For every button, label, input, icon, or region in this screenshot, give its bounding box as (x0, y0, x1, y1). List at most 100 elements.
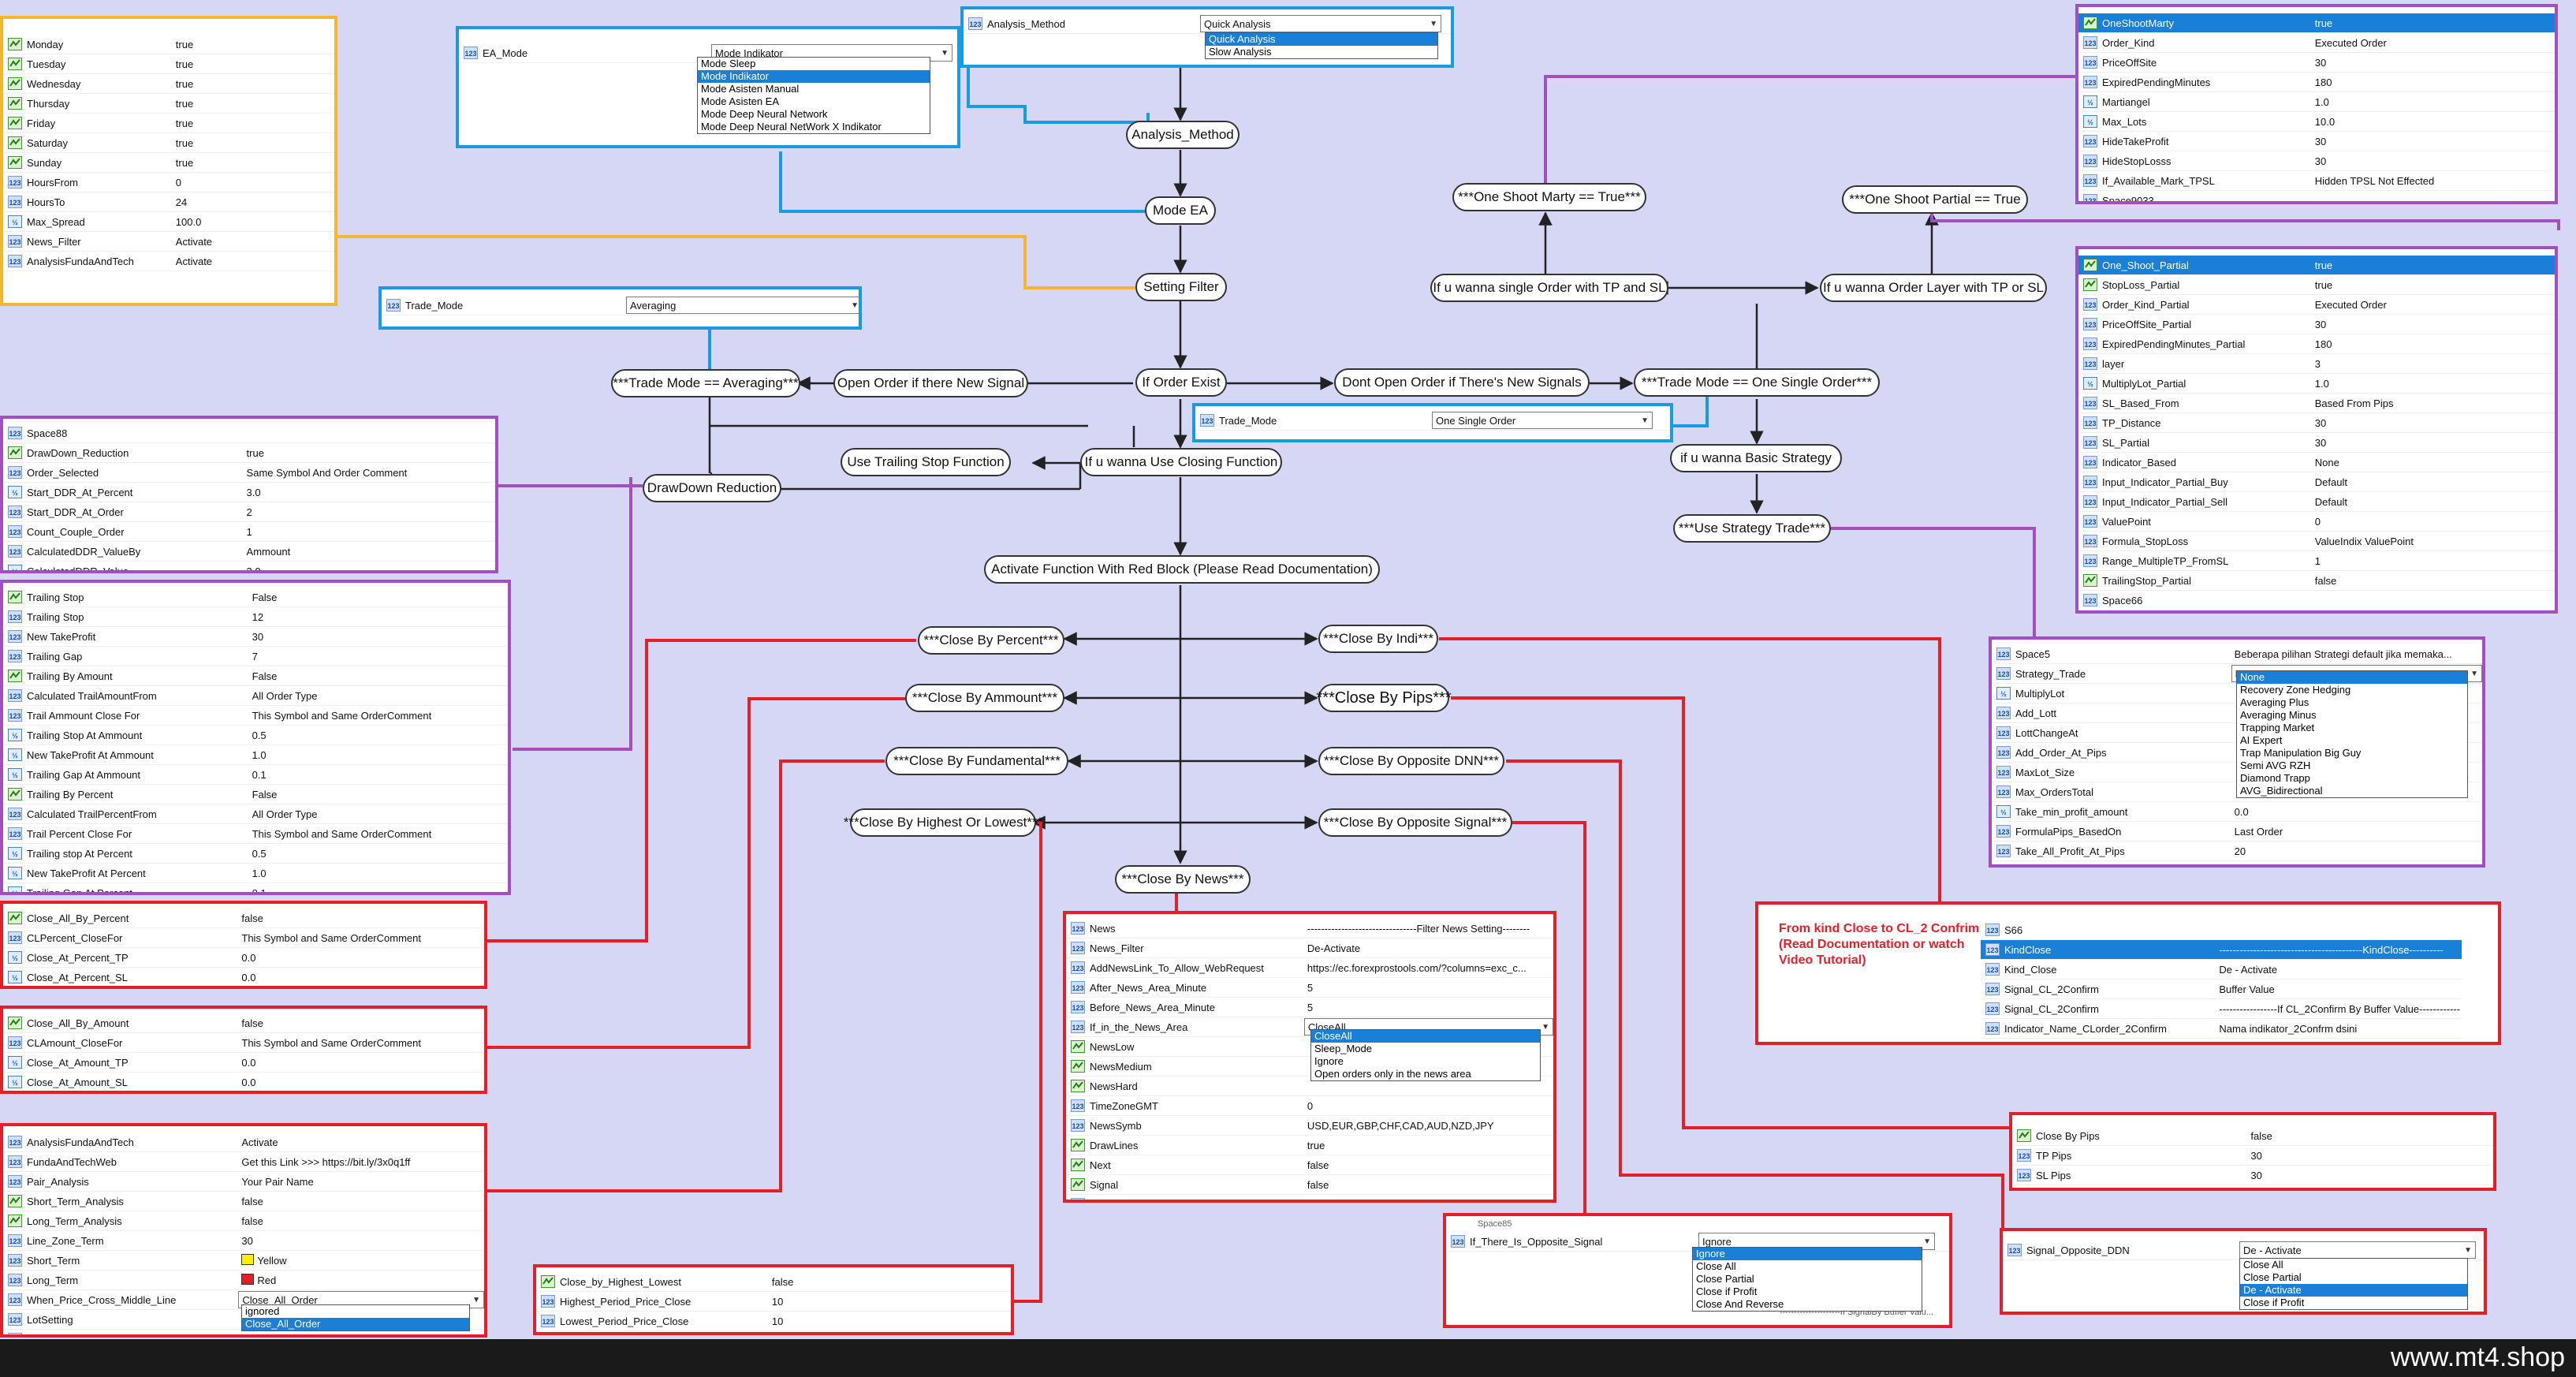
property-row[interactable]: 123 Line_Zone_Term 30 (3, 1231, 484, 1251)
property-row[interactable]: ½ Start_DDR_At_Percent 3.0 (3, 483, 495, 502)
property-row[interactable]: 123 CLAmount_CloseFor This Symbol and Same… (3, 1033, 484, 1053)
param-value[interactable]: 30 (238, 1235, 484, 1247)
param-value[interactable]: 0 (2312, 516, 2555, 528)
param-value[interactable]: 180 (2312, 76, 2555, 88)
property-row[interactable]: Monday true (3, 35, 334, 54)
dropdown-option[interactable]: Diamond Trapp (2237, 772, 2467, 785)
property-row[interactable]: 123 ExpiredPendingMinutes 180 (2078, 73, 2555, 92)
property-row[interactable]: 123 Trail Ammount Close For This Symbol an… (3, 706, 508, 726)
param-value[interactable]: false (1304, 1179, 1553, 1191)
property-row[interactable]: 123 News --------------------------------F… (1066, 919, 1553, 939)
param-value[interactable]: 100.0 (173, 216, 334, 228)
property-row[interactable]: ½ Max_Lots 10.0 (2078, 112, 2555, 132)
property-row[interactable]: ½ Close_At_Amount_TP 0.0 (3, 1053, 484, 1073)
property-row[interactable]: 123 Space9033 ----------------------------… (2078, 191, 2555, 201)
param-value[interactable]: true (173, 39, 334, 50)
param-value[interactable]: false (238, 1017, 484, 1029)
param-value[interactable]: false (2247, 1130, 2493, 1142)
property-row[interactable]: 123 Signal_CL_2Confirm -----------------If… (1981, 999, 2462, 1019)
param-value[interactable]: 1.0 (2312, 96, 2555, 108)
property-row[interactable]: 123 SL_Based_From Based From Pips (2078, 394, 2555, 413)
property-row[interactable]: 123 Calculated TrailPercentFrom All Order … (3, 804, 508, 824)
param-value[interactable]: 20 (2231, 845, 2482, 857)
param-value[interactable]: 0.0 (238, 1057, 484, 1069)
property-row[interactable]: 123 layer 3 (2078, 354, 2555, 374)
property-row[interactable]: StopLoss_Partial true (2078, 275, 2555, 295)
property-row[interactable]: ½ New TakeProfit At Percent 1.0 (3, 864, 508, 883)
property-row[interactable]: 123 AddNewsLink_To_Allow_WebRequest https:… (1066, 958, 1553, 978)
param-value[interactable]: Last Order (2231, 826, 2482, 838)
property-row[interactable]: 123 Formula_StopLoss ValueIndix ValuePoint (2078, 532, 2555, 551)
property-row[interactable]: 123 HideStopLosss 30 (2078, 151, 2555, 171)
dropdown-option[interactable]: Mode Deep Neural Network (698, 108, 930, 121)
param-value[interactable]: false (1304, 1159, 1553, 1171)
param-value[interactable]: Executed Order (2312, 299, 2555, 311)
property-row[interactable]: TrailingStop_Partial false (2078, 571, 2555, 591)
dropdown-option[interactable]: Close All (2240, 1259, 2467, 1271)
param-value[interactable]: false (238, 1196, 484, 1207)
property-row[interactable]: 123 HoursTo 24 (3, 192, 334, 212)
param-value[interactable]: Activate (173, 256, 334, 267)
param-value[interactable]: Same Symbol And Order Comment (244, 467, 495, 479)
property-row[interactable]: 123 Before_News_Area_Minute 5 (1066, 998, 1553, 1017)
param-value[interactable]: Red (238, 1274, 484, 1286)
param-value[interactable]: 1.0 (249, 868, 508, 879)
property-row[interactable]: 123 Space5 Beberapa pilihan Strategi defau… (1992, 644, 2482, 664)
param-value[interactable]: 5 (1304, 1002, 1553, 1013)
property-row[interactable]: 123 Space88 (3, 424, 495, 443)
param-value[interactable]: Buffer Value (2216, 983, 2462, 995)
property-row[interactable]: Wednesday true (3, 74, 334, 94)
dropdown-option[interactable]: AVG_Bidirectional (2237, 785, 2467, 797)
property-row[interactable]: Thursday true (3, 94, 334, 114)
param-value[interactable]: 0.5 (249, 848, 508, 860)
property-row[interactable]: 123 Trailing Gap 7 (3, 647, 508, 666)
param-value[interactable]: true (2312, 279, 2555, 291)
property-row[interactable]: Close_All_By_Percent false (3, 909, 484, 928)
param-value[interactable]: 30 (2312, 319, 2555, 330)
property-row[interactable]: 123 News_Filter Activate (3, 232, 334, 252)
dropdown-option[interactable]: Trapping Market (2237, 722, 2467, 734)
param-value[interactable]: 1 (2312, 555, 2555, 567)
property-row[interactable]: Friday true (3, 114, 334, 133)
property-row[interactable]: 123 Kind_Close De - Activate (1981, 960, 2462, 980)
property-row[interactable]: 123 PriceOffSite 30 (2078, 53, 2555, 73)
dropdown-option[interactable]: Mode Deep Neural NetWork X Indikator (698, 121, 930, 133)
dropdown-option[interactable]: Close All (1693, 1260, 1922, 1273)
param-value[interactable]: true (173, 98, 334, 110)
param-value[interactable]: ----------------------------------------… (2216, 944, 2462, 956)
param-value[interactable]: ----------------------------------------… (2231, 865, 2482, 868)
param-value[interactable]: true (2312, 17, 2555, 29)
param-value[interactable]: False (249, 789, 508, 800)
dropdown-option[interactable]: Close_All_Order (242, 1318, 469, 1330)
property-row[interactable]: 123 ValuePoint 0 (2078, 512, 2555, 532)
property-row[interactable]: 123 Indicator_Name_CLorder_2Confirm Nama i… (1981, 1019, 2462, 1039)
dropdown-option[interactable]: Mode Indikator (698, 70, 930, 83)
property-row[interactable]: 123 CLPercent_CloseFor This Symbol and Sam… (3, 928, 484, 948)
param-value[interactable]: ValueIndix ValuePoint (2312, 536, 2555, 547)
property-row[interactable]: 123 Take_All_Profit_At_Pips 20 (1992, 842, 2482, 861)
dropdown-option[interactable]: Recovery Zone Hedging (2237, 684, 2467, 696)
param-value[interactable]: 1.0 (2312, 378, 2555, 390)
param-value[interactable]: 0.0 (238, 1077, 484, 1088)
property-row[interactable]: 123 ExpiredPendingMinutes_Partial 180 (2078, 334, 2555, 354)
fundamental-dropdown[interactable]: ignored Close_All_Order (241, 1304, 470, 1331)
property-row[interactable]: 123 Pair_Analysis Your Pair Name (3, 1172, 484, 1192)
property-row[interactable]: ½ Trailing Stop At Ammount 0.5 (3, 726, 508, 745)
property-row[interactable]: 123 Start_DDR_At_Order 2 (3, 502, 495, 522)
param-value[interactable]: 30 (2247, 1150, 2493, 1162)
param-value[interactable]: This Symbol and Same OrderComment (238, 1037, 484, 1049)
property-row[interactable]: 123 HoursFrom 0 (3, 173, 334, 192)
property-row[interactable]: 123 Input_Indicator_Partial_Buy Default (2078, 472, 2555, 492)
param-value[interactable]: 0 (1304, 1100, 1553, 1112)
property-row[interactable]: 123 SL_Partial 30 (2078, 433, 2555, 453)
param-value[interactable]: 10 (769, 1315, 1011, 1327)
property-row[interactable]: 123 MoreAnalysis-------------------------… (1066, 1195, 1553, 1200)
dropdown-option[interactable]: Close Partial (1693, 1273, 1922, 1286)
property-row[interactable]: 123 New TakeProfit 30 (3, 627, 508, 647)
param-value[interactable]: 1.0 (249, 749, 508, 761)
property-row[interactable]: Sunday true (3, 153, 334, 173)
property-row[interactable]: Saturday true (3, 133, 334, 153)
property-row[interactable]: Tuesday true (3, 54, 334, 74)
param-value[interactable]: 0.1 (249, 769, 508, 781)
param-value[interactable]: 30 (2312, 437, 2555, 449)
